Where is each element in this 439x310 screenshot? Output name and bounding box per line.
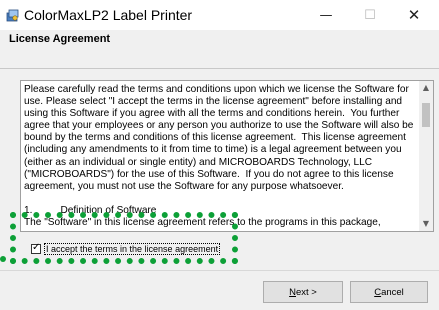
checkmark-icon: ✓	[32, 242, 41, 253]
scroll-down-icon[interactable]: ▼	[419, 218, 433, 230]
scrollbar-thumb[interactable]	[422, 103, 430, 127]
installer-app-icon	[6, 9, 19, 22]
next-label: ext >	[296, 286, 317, 298]
minimize-button[interactable]: —	[304, 0, 348, 30]
accept-checkbox-row[interactable]: ✓ I accept the terms in the license agre…	[31, 242, 221, 256]
maximize-button[interactable]: ☐	[348, 0, 392, 30]
page-title: License Agreement	[9, 33, 111, 45]
cancel-label: ancel	[381, 286, 404, 298]
window-title: ColorMaxLP2 Label Printer	[24, 7, 193, 23]
highlight-annotation	[10, 212, 238, 264]
next-accelerator: N	[289, 286, 296, 298]
accept-checkbox[interactable]: ✓	[31, 242, 41, 254]
minimize-icon: —	[319, 7, 333, 23]
accept-checkbox-label[interactable]: I accept the terms in the license agreem…	[44, 243, 221, 255]
highlight-annotation-tail	[0, 256, 10, 264]
title-bar: ColorMaxLP2 Label Printer — ☐ ✕	[0, 0, 439, 30]
license-text: Please carefully read the terms and cond…	[24, 84, 414, 229]
close-button[interactable]: ✕	[392, 0, 436, 30]
next-button[interactable]: Next >	[263, 281, 343, 303]
vertical-scrollbar[interactable]: ▲ ▼	[419, 81, 433, 231]
footer-divider	[0, 270, 439, 271]
cancel-accelerator: C	[374, 286, 382, 298]
maximize-icon: ☐	[364, 7, 376, 23]
scroll-up-icon[interactable]: ▲	[419, 82, 433, 94]
close-icon: ✕	[407, 6, 421, 24]
cancel-button[interactable]: Cancel	[350, 281, 428, 303]
wizard-header: License Agreement	[0, 30, 439, 69]
license-text-box[interactable]: Please carefully read the terms and cond…	[20, 80, 434, 232]
installer-window: ColorMaxLP2 Label Printer — ☐ ✕ License …	[0, 0, 439, 310]
